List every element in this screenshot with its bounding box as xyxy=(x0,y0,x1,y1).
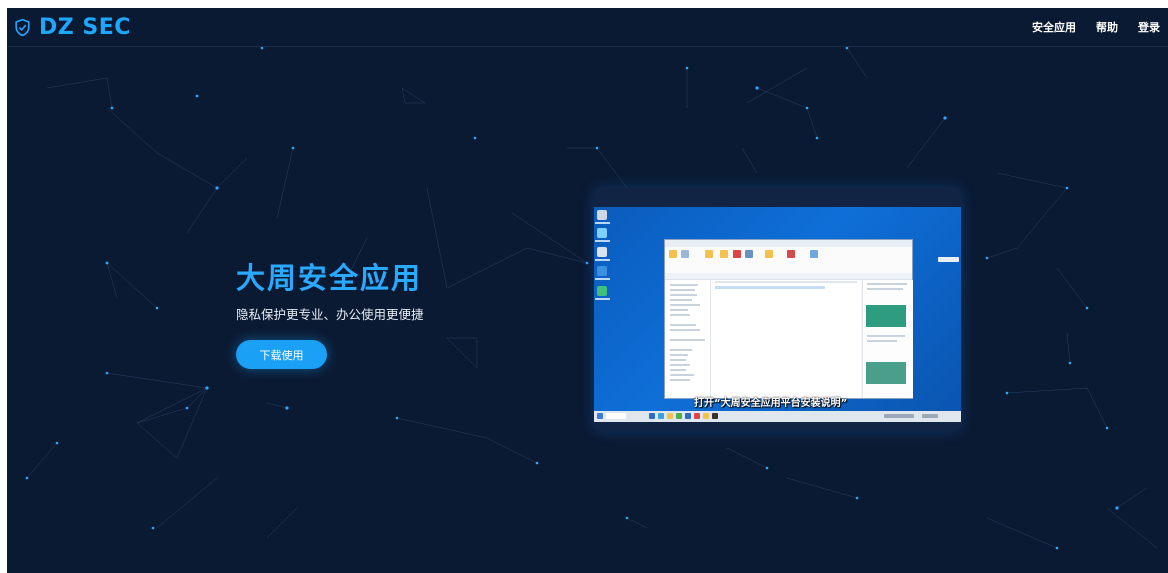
desktop-screenshot: 打开“大周安全应用平台安装说明” xyxy=(594,207,961,411)
desktop-icon-label xyxy=(595,240,610,242)
page: DZ SEC 安全应用 帮助 登录 大周安全应用 隐私保护更专业、办公使用更便捷… xyxy=(7,8,1168,573)
main-nav: 安全应用 帮助 登录 xyxy=(1012,8,1160,46)
desktop-icon-label xyxy=(595,298,610,300)
network-background xyxy=(25,46,1158,550)
preview-pane xyxy=(862,280,913,398)
browser-icon xyxy=(597,228,607,238)
hero-title: 大周安全应用 xyxy=(236,261,423,295)
video-caption: 打开“大周安全应用平台安装说明” xyxy=(694,398,848,409)
tutorial-video-preview[interactable]: 打开“大周安全应用平台安装说明” xyxy=(594,188,961,431)
download-button[interactable]: 下载使用 xyxy=(236,340,327,369)
hero-subtitle: 隐私保护更专业、办公使用更便捷 xyxy=(236,307,424,322)
address-bar xyxy=(665,273,912,280)
taskbar xyxy=(594,411,961,422)
folder-icon xyxy=(597,266,607,276)
window-titlebar xyxy=(665,240,912,247)
file-list xyxy=(711,280,861,398)
recycle-bin-icon xyxy=(597,210,607,220)
navigation-pane xyxy=(665,280,711,398)
desktop-icon-label xyxy=(595,278,610,280)
top-navigation-bar: DZ SEC 安全应用 帮助 登录 xyxy=(7,8,1168,47)
nav-item-help[interactable]: 帮助 xyxy=(1096,19,1118,35)
file-explorer-window xyxy=(664,239,913,399)
explorer-ribbon xyxy=(665,247,912,274)
nav-item-security-apps[interactable]: 安全应用 xyxy=(1032,19,1076,35)
desktop-icon-label xyxy=(595,222,610,224)
floating-toolbar xyxy=(938,257,959,262)
computer-icon xyxy=(597,247,607,257)
app-icon xyxy=(597,286,607,296)
brand-name: DZ SEC xyxy=(39,14,131,40)
nav-item-login[interactable]: 登录 xyxy=(1138,19,1160,35)
shield-check-icon xyxy=(15,18,30,36)
brand-logo[interactable]: DZ SEC xyxy=(13,12,131,42)
desktop-icon-label xyxy=(595,259,610,261)
